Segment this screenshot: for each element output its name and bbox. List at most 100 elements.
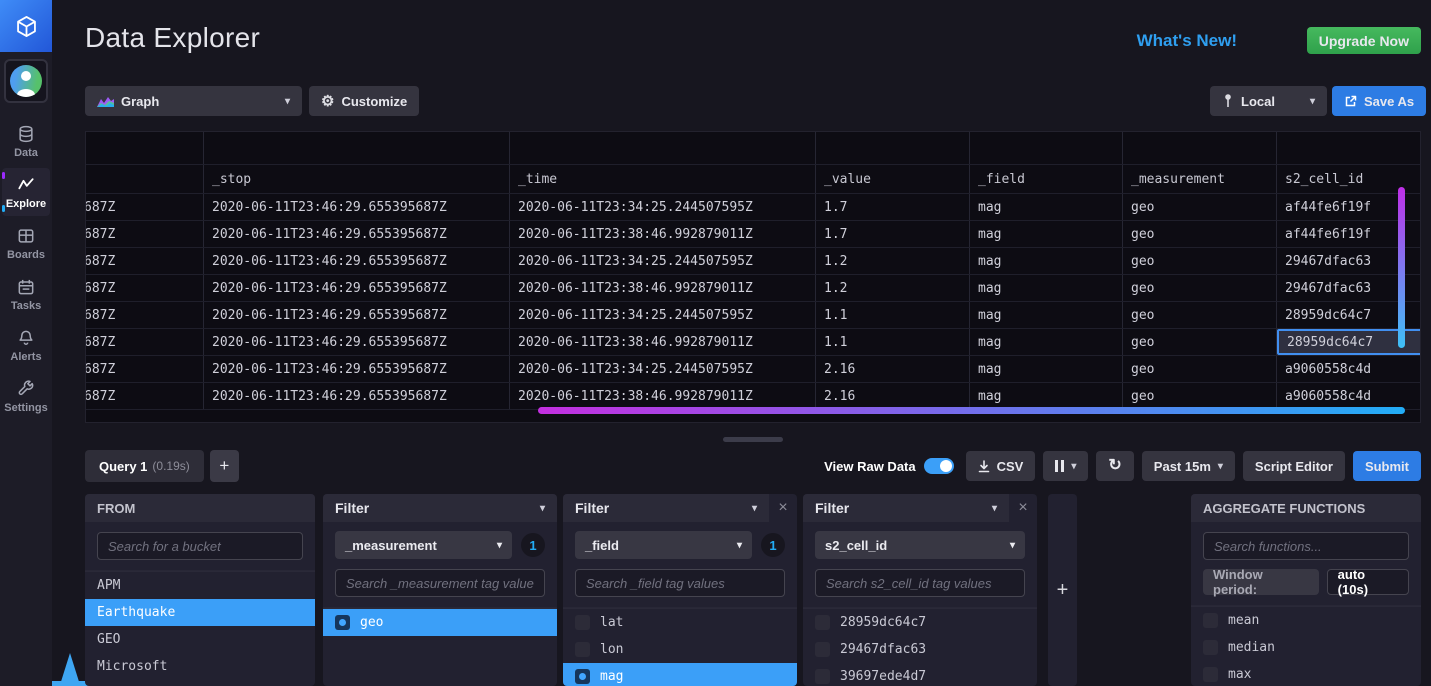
table-cell[interactable]: 687Z <box>86 329 204 355</box>
add-query-button[interactable]: + <box>210 450 239 482</box>
table-cell[interactable]: 687Z <box>86 383 204 409</box>
table-cell[interactable]: 2020-06-11T23:46:29.655395687Z <box>204 302 510 328</box>
filter-key-dropdown[interactable]: _measurement ▾ <box>335 531 512 559</box>
close-icon[interactable]: × <box>769 499 797 517</box>
bucket-search-input[interactable] <box>97 532 303 560</box>
table-cell[interactable]: mag <box>970 221 1123 247</box>
list-item-29467dfac63[interactable]: 29467dfac63 <box>803 636 1037 663</box>
checkbox[interactable] <box>575 642 590 657</box>
table-cell[interactable]: 2020-06-11T23:34:25.244507595Z <box>510 356 816 382</box>
table-cell[interactable]: a9060558c4d <box>1277 383 1421 409</box>
close-icon[interactable]: × <box>1009 499 1037 517</box>
upgrade-now-button[interactable]: Upgrade Now <box>1307 27 1421 54</box>
chevron-down-icon[interactable]: ▾ <box>540 503 545 514</box>
list-item-mean[interactable]: mean <box>1191 607 1421 634</box>
table-cell[interactable]: mag <box>970 275 1123 301</box>
table-cell[interactable]: mag <box>970 329 1123 355</box>
table-cell[interactable]: 2020-06-11T23:38:46.992879011Z <box>510 383 816 409</box>
user-avatar[interactable] <box>4 59 48 103</box>
sidebar-item-alerts[interactable]: Alerts <box>2 321 50 369</box>
table-cell[interactable]: 2020-06-11T23:34:25.244507595Z <box>510 248 816 274</box>
checkbox[interactable] <box>1203 613 1218 628</box>
table-cell[interactable]: 1.7 <box>816 194 970 220</box>
window-period-value[interactable]: auto (10s) <box>1327 569 1409 595</box>
table-cell[interactable]: 2020-06-11T23:38:46.992879011Z <box>510 329 816 355</box>
query-tab[interactable]: Query 1 (0.19s) <box>85 450 204 482</box>
list-item-max[interactable]: max <box>1191 661 1421 686</box>
checkbox[interactable] <box>815 642 830 657</box>
table-cell[interactable]: 687Z <box>86 248 204 274</box>
checkbox[interactable] <box>575 669 590 684</box>
table-cell[interactable]: 687Z <box>86 221 204 247</box>
checkbox[interactable] <box>1203 667 1218 682</box>
sidebar-item-tasks[interactable]: Tasks <box>2 270 50 318</box>
table-cell[interactable]: 2020-06-11T23:34:25.244507595Z <box>510 194 816 220</box>
view-type-dropdown[interactable]: Graph ▾ <box>85 86 302 116</box>
table-cell[interactable]: 2020-06-11T23:46:29.655395687Z <box>204 248 510 274</box>
table-cell[interactable]: 2020-06-11T23:34:25.244507595Z <box>510 302 816 328</box>
view-raw-data-toggle[interactable] <box>924 458 954 474</box>
checkbox[interactable] <box>335 615 350 630</box>
pause-dropdown-button[interactable]: ▾ <box>1043 451 1088 481</box>
table-cell[interactable]: 2020-06-11T23:46:29.655395687Z <box>204 356 510 382</box>
filter-key-dropdown[interactable]: _field ▾ <box>575 531 752 559</box>
checkbox[interactable] <box>815 669 830 684</box>
local-dropdown[interactable]: Local ▾ <box>1210 86 1327 116</box>
list-item-GEO[interactable]: GEO <box>85 626 315 653</box>
table-cell[interactable]: 687Z <box>86 302 204 328</box>
table-cell[interactable]: geo <box>1123 194 1277 220</box>
sidebar-item-explore[interactable]: Explore <box>2 168 50 216</box>
submit-button[interactable]: Submit <box>1353 451 1421 481</box>
table-cell[interactable]: geo <box>1123 275 1277 301</box>
table-cell[interactable]: mag <box>970 194 1123 220</box>
list-item-28959dc64c7[interactable]: 28959dc64c7 <box>803 609 1037 636</box>
list-item-geo[interactable]: geo <box>323 609 557 636</box>
whats-new-link[interactable]: What's New! <box>1137 31 1237 51</box>
table-cell[interactable]: geo <box>1123 329 1277 355</box>
filter-search-input[interactable] <box>335 569 545 597</box>
save-as-button[interactable]: Save As <box>1332 86 1426 116</box>
table-cell[interactable]: mag <box>970 383 1123 409</box>
table-cell[interactable]: 2020-06-11T23:46:29.655395687Z <box>204 221 510 247</box>
table-cell[interactable]: 1.1 <box>816 302 970 328</box>
refresh-button[interactable]: ↻ <box>1096 451 1133 481</box>
filter-search-input[interactable] <box>815 569 1025 597</box>
table-cell[interactable]: 687Z <box>86 194 204 220</box>
add-filter-button[interactable]: + <box>1048 494 1077 686</box>
list-item-lat[interactable]: lat <box>563 609 797 636</box>
table-cell[interactable]: 2020-06-11T23:46:29.655395687Z <box>204 383 510 409</box>
list-item-39697ede4d7[interactable]: 39697ede4d7 <box>803 663 1037 686</box>
table-cell[interactable]: geo <box>1123 302 1277 328</box>
sidebar-item-settings[interactable]: Settings <box>2 372 50 420</box>
table-cell[interactable]: 2020-06-11T23:46:29.655395687Z <box>204 194 510 220</box>
csv-download-button[interactable]: CSV <box>966 451 1036 481</box>
table-cell[interactable]: 2020-06-11T23:38:46.992879011Z <box>510 221 816 247</box>
table-cell[interactable]: 687Z <box>86 356 204 382</box>
table-cell[interactable]: mag <box>970 356 1123 382</box>
resize-drag-handle[interactable] <box>723 437 783 442</box>
table-cell[interactable]: 1.7 <box>816 221 970 247</box>
window-period-label[interactable]: Window period: <box>1203 569 1319 595</box>
customize-button[interactable]: ⚙ Customize <box>309 86 419 116</box>
sidebar-item-boards[interactable]: Boards <box>2 219 50 267</box>
list-item-lon[interactable]: lon <box>563 636 797 663</box>
table-cell[interactable]: 2020-06-11T23:38:46.992879011Z <box>510 275 816 301</box>
table-cell[interactable]: 1.2 <box>816 248 970 274</box>
checkbox[interactable] <box>815 615 830 630</box>
checkbox[interactable] <box>575 615 590 630</box>
chevron-down-icon[interactable]: ▾ <box>752 503 757 514</box>
list-item-Earthquake[interactable]: Earthquake <box>85 599 315 626</box>
table-cell[interactable]: geo <box>1123 221 1277 247</box>
table-cell[interactable]: 2020-06-11T23:46:29.655395687Z <box>204 275 510 301</box>
table-cell[interactable]: 2.16 <box>816 356 970 382</box>
vertical-scrollbar[interactable] <box>1398 187 1405 348</box>
horizontal-scrollbar[interactable] <box>538 407 1405 414</box>
list-item-median[interactable]: median <box>1191 634 1421 661</box>
filter-key-dropdown[interactable]: s2_cell_id ▾ <box>815 531 1025 559</box>
table-cell[interactable]: mag <box>970 302 1123 328</box>
list-item-mag[interactable]: mag <box>563 663 797 686</box>
filter-search-input[interactable] <box>575 569 785 597</box>
chevron-down-icon[interactable]: ▾ <box>992 503 997 514</box>
table-cell[interactable]: geo <box>1123 356 1277 382</box>
table-cell[interactable]: geo <box>1123 248 1277 274</box>
